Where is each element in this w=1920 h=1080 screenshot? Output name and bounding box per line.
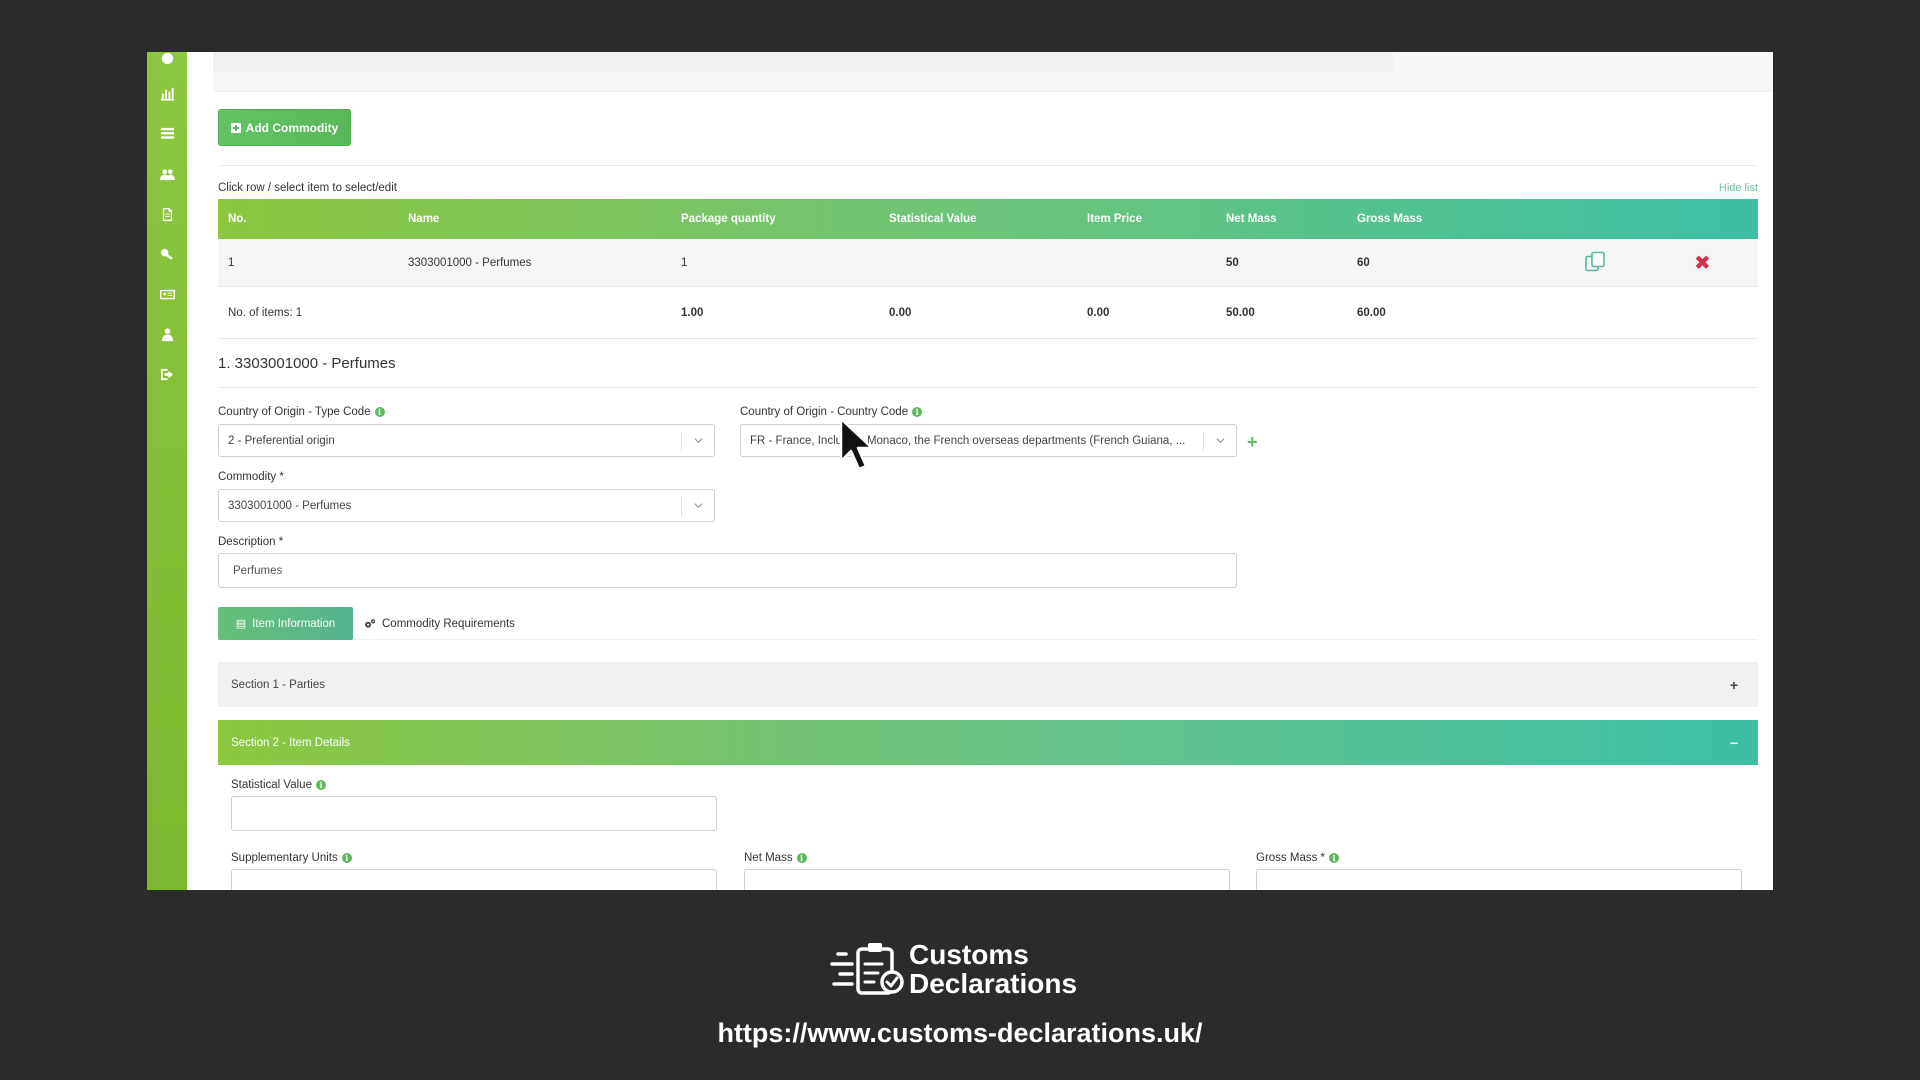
column-header-net-mass: Net Mass <box>1226 213 1277 225</box>
info-icon[interactable]: i <box>341 853 352 863</box>
cell-name: 3303001000 - Perfumes <box>408 256 532 269</box>
description-label: Description * <box>218 536 284 548</box>
statistical-value-input[interactable] <box>231 796 717 831</box>
total-net-mass: 50.00 <box>1226 306 1255 319</box>
origin-type-label: Country of Origin - Type Code i <box>218 406 385 418</box>
column-header-statistical-value: Statistical Value <box>889 213 977 225</box>
divider <box>218 387 1758 388</box>
section-parties-header[interactable]: Section 1 - Parties + <box>218 662 1758 707</box>
commodity-label: Commodity * <box>218 471 284 483</box>
cell-package-quantity: 1 <box>681 256 688 269</box>
chevron-down-icon <box>1216 436 1225 445</box>
tab-commodity-requirements[interactable]: Commodity Requirements <box>364 607 515 640</box>
table-header: No. Name Package quantity Statistical Va… <box>218 199 1758 239</box>
user-icon[interactable] <box>159 326 175 342</box>
list-icon: ▤ <box>235 618 247 630</box>
info-icon[interactable]: i <box>796 853 807 863</box>
info-icon[interactable]: i <box>315 780 326 790</box>
hide-list-link[interactable]: Hide list <box>1719 182 1758 194</box>
cell-net-mass: 50 <box>1226 256 1239 269</box>
total-package-quantity: 1.00 <box>681 306 704 319</box>
gross-mass-label: Gross Mass * i <box>1256 852 1340 864</box>
net-mass-label: Net Mass i <box>744 852 807 864</box>
supplementary-units-label: Supplementary Units i <box>231 852 352 864</box>
list-icon[interactable] <box>159 125 175 141</box>
column-header-item-price: Item Price <box>1087 213 1142 225</box>
sidebar <box>147 52 187 890</box>
info-icon[interactable]: i <box>374 407 385 417</box>
logout-icon[interactable] <box>159 366 175 382</box>
chevron-down-icon <box>694 436 703 445</box>
statistical-value-label: Statistical Value i <box>231 779 326 791</box>
origin-country-label: Country of Origin - Country Code i <box>740 406 923 418</box>
section-item-details-header[interactable]: Section 2 - Item Details − <box>218 720 1758 765</box>
description-input[interactable]: Perfumes <box>218 553 1237 588</box>
dashboard-icon[interactable] <box>159 52 175 66</box>
website-url: https://www.customs-declarations.uk/ <box>717 1018 1203 1048</box>
cell-gross-mass: 60 <box>1357 256 1370 269</box>
total-item-price: 0.00 <box>1087 306 1110 319</box>
chart-icon[interactable] <box>159 85 175 101</box>
origin-type-select[interactable]: 2 - Preferential origin <box>218 424 715 457</box>
cell-no: 1 <box>228 256 235 269</box>
total-gross-mass: 60.00 <box>1357 306 1386 319</box>
copy-icon[interactable] <box>1583 249 1607 276</box>
table-totals-row: No. of items: 1 1.00 0.00 0.00 50.00 60.… <box>218 287 1758 339</box>
info-icon[interactable]: i <box>912 407 923 417</box>
divider <box>218 165 1758 166</box>
gross-mass-input[interactable]: 60 <box>1256 869 1742 890</box>
column-header-package-quantity: Package quantity <box>681 213 776 225</box>
commodity-table: No. Name Package quantity Statistical Va… <box>218 199 1758 339</box>
top-bar <box>213 52 1773 92</box>
item-title: 1. 3303001000 - Perfumes <box>218 355 396 372</box>
list-hint: Click row / select item to select/edit <box>218 182 397 194</box>
key-icon[interactable] <box>159 246 175 262</box>
delete-icon[interactable]: ✖ <box>1694 250 1711 275</box>
gears-icon <box>365 618 376 628</box>
net-mass-input[interactable]: 50 <box>744 869 1230 890</box>
table-row[interactable]: 1 3303001000 - Perfumes 1 50 60 ✖ <box>218 239 1758 287</box>
id-card-icon[interactable] <box>159 286 175 302</box>
add-country-plus-icon[interactable]: + <box>1247 432 1258 453</box>
expand-icon: + <box>1729 676 1738 693</box>
item-tabs: ▤ Item Information Commodity Requirement… <box>218 607 1758 640</box>
column-header-gross-mass: Gross Mass <box>1357 213 1423 225</box>
app-window: Add Commodity Click row / select item to… <box>147 52 1773 890</box>
brand-name: Customs Declarations <box>909 939 1078 999</box>
brand-banner: Customs Declarations <box>0 940 1920 1000</box>
collapse-icon: − <box>1729 734 1738 751</box>
info-icon[interactable]: i <box>1329 853 1340 863</box>
clipboard-check-logo-icon <box>830 943 904 995</box>
users-icon[interactable] <box>159 166 175 182</box>
document-icon[interactable] <box>159 206 175 222</box>
column-header-no: No. <box>228 213 247 225</box>
plus-square-icon <box>230 122 241 133</box>
total-statistical-value: 0.00 <box>889 306 912 319</box>
tab-item-information[interactable]: ▤ Item Information <box>218 607 353 640</box>
chevron-down-icon <box>694 501 703 510</box>
column-header-name: Name <box>408 213 440 225</box>
origin-country-select[interactable]: FR - France, Including Monaco, the Frenc… <box>740 424 1237 457</box>
commodity-select[interactable]: 3303001000 - Perfumes <box>218 489 715 522</box>
total-item-count: No. of items: 1 <box>228 306 303 319</box>
supplementary-units-input[interactable] <box>231 869 717 890</box>
add-commodity-button[interactable]: Add Commodity <box>218 109 351 146</box>
